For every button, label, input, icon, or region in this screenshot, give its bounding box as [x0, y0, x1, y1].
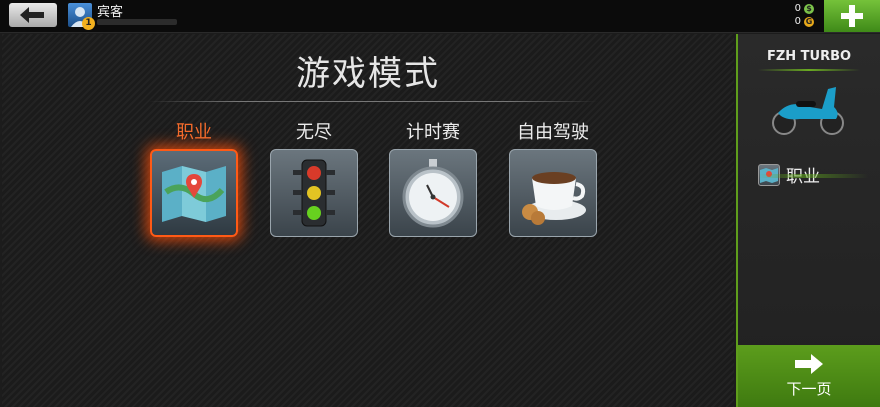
next-page-button[interactable]: 下一页: [738, 345, 880, 407]
username: 宾客: [97, 5, 124, 20]
top-bar: 1 宾客 0 $ 0 G: [0, 0, 880, 33]
side-panel: FZH TURBO 职业 下一页: [736, 34, 880, 407]
add-currency-button[interactable]: [824, 0, 880, 32]
mode-career[interactable]: 职业: [134, 118, 254, 237]
plus-icon: [841, 5, 863, 27]
page-title: 游戏模式: [296, 54, 440, 94]
mode-tile[interactable]: [389, 149, 477, 237]
cash-amount: 0: [794, 3, 801, 14]
mode-label: 自由驾驶: [517, 122, 589, 143]
dollar-coin-icon: $: [804, 3, 814, 14]
back-button[interactable]: [9, 3, 57, 27]
mode-label: 无尽: [296, 122, 332, 143]
mode-tile[interactable]: [150, 149, 238, 237]
level-badge: 1: [82, 17, 95, 30]
coffee-cup-icon: [522, 172, 586, 225]
scooter-icon: [772, 87, 844, 135]
next-page-label: 下一页: [786, 379, 832, 398]
summary-underline: [758, 174, 868, 178]
stopwatch-icon: [402, 159, 464, 228]
mode-endless[interactable]: 无尽: [254, 118, 374, 237]
mode-tile[interactable]: [270, 149, 358, 237]
arrow-right-icon: [795, 353, 823, 374]
mode-label: 计时赛: [406, 122, 460, 143]
title-divider: [148, 101, 598, 102]
gold-coin-icon: G: [804, 16, 814, 27]
avatar[interactable]: 1: [68, 3, 95, 30]
currency-display: 0 $ 0 G: [795, 2, 814, 28]
vehicle-name: FZH TURBO: [738, 49, 880, 71]
mode-free-drive[interactable]: 自由驾驶: [493, 118, 613, 237]
map-pin-icon: [162, 166, 226, 222]
gold-amount: 0: [794, 16, 801, 27]
mode-label: 职业: [176, 122, 212, 143]
mode-tile[interactable]: [509, 149, 597, 237]
back-arrow-icon: [20, 7, 44, 23]
mode-time-trial[interactable]: 计时赛: [373, 118, 493, 237]
xp-bar: [97, 19, 177, 25]
traffic-light-icon: [293, 159, 335, 227]
